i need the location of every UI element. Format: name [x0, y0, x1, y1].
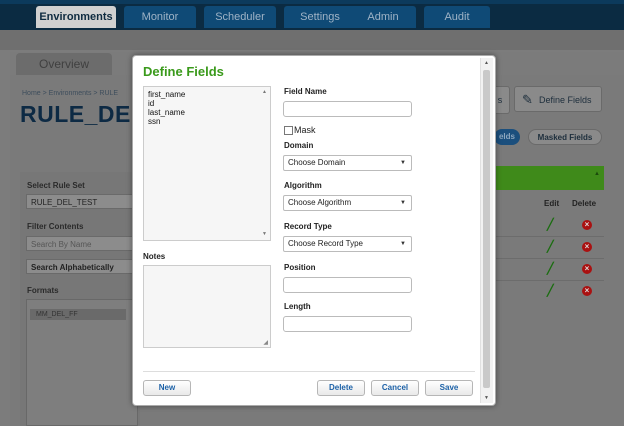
masked-fields-pill[interactable]: Masked Fields	[528, 129, 602, 145]
field-list-item[interactable]: first_name	[148, 90, 266, 99]
field-list-item[interactable]: id	[148, 99, 266, 108]
tab-admin[interactable]: Admin	[350, 6, 416, 28]
domain-value: Choose Domain	[288, 158, 346, 167]
delete-x-icon[interactable]: ×	[582, 242, 592, 252]
select-rule-set-label: Select Rule Set	[27, 181, 85, 190]
filter-contents-label: Filter Contents	[27, 222, 84, 231]
length-input[interactable]	[283, 316, 412, 332]
algorithm-select[interactable]: Choose Algorithm ▼	[283, 195, 412, 211]
formats-label: Formats	[27, 286, 59, 295]
field-name-label: Field Name	[284, 87, 327, 96]
chevron-down-icon: ▼	[400, 200, 406, 206]
tab-audit[interactable]: Audit	[424, 6, 490, 28]
delete-x-icon[interactable]: ×	[582, 220, 592, 230]
notes-label: Notes	[143, 252, 166, 261]
edit-icon: ✎	[522, 92, 533, 107]
tab-scheduler[interactable]: Scheduler	[204, 6, 276, 28]
pencil-icon[interactable]: ╱	[547, 262, 554, 275]
scroll-up-arrow-icon[interactable]: ▲	[484, 60, 489, 66]
length-label: Length	[284, 302, 311, 311]
sub-nav-bar	[0, 30, 624, 50]
resize-handle-icon[interactable]: ◢	[263, 339, 268, 346]
table-row-divider	[494, 280, 604, 281]
scroll-down-arrow-icon[interactable]: ▼	[484, 395, 489, 401]
top-nav-accent	[0, 0, 624, 4]
rule-set-value: RULE_DEL_TEST	[31, 198, 98, 207]
define-fields-button[interactable]: ✎ Define Fields	[514, 86, 602, 112]
domain-label: Domain	[284, 141, 314, 150]
delete-x-icon[interactable]: ×	[582, 286, 592, 296]
algorithm-label: Algorithm	[284, 181, 322, 190]
scroll-up-arrow-icon[interactable]: ▲	[262, 89, 267, 95]
dialog-scrollbar[interactable]: ▲ ▼	[480, 58, 493, 403]
search-placeholder: Search By Name	[31, 240, 92, 249]
delete-x-icon[interactable]: ×	[582, 264, 592, 274]
delete-button[interactable]: Delete	[317, 380, 365, 396]
dialog-footer-divider	[143, 371, 475, 372]
cancel-button[interactable]: Cancel	[371, 380, 419, 396]
new-button[interactable]: New	[143, 380, 191, 396]
define-fields-label: Define Fields	[539, 95, 592, 105]
field-list-item[interactable]: ssn	[148, 117, 266, 126]
field-list-item[interactable]: last_name	[148, 108, 266, 117]
table-header-bar: ▲	[494, 166, 604, 190]
tab-settings[interactable]: Settings	[284, 6, 356, 28]
rule-set-select[interactable]: RULE_DEL_TEST	[26, 194, 138, 209]
tab-environments[interactable]: Environments	[36, 6, 116, 28]
delete-column-header: Delete	[572, 199, 597, 208]
mask-label: Mask	[294, 125, 316, 135]
dialog-title: Define Fields	[143, 64, 224, 79]
tab-overview[interactable]: Overview	[16, 53, 112, 75]
position-label: Position	[284, 263, 316, 272]
edit-column-header: Edit	[544, 199, 560, 208]
define-fields-dialog: Define Fields first_name id last_name ss…	[132, 55, 496, 406]
position-input[interactable]	[283, 277, 412, 293]
sort-caret-icon[interactable]: ▲	[594, 171, 600, 177]
chevron-down-icon: ▼	[400, 241, 406, 247]
pencil-icon[interactable]: ╱	[547, 240, 554, 253]
breadcrumb[interactable]: Home > Environments > RULE	[22, 90, 118, 97]
record-type-label: Record Type	[284, 222, 332, 231]
record-type-value: Choose Record Type	[288, 239, 364, 248]
partial-button-label: s	[497, 95, 503, 105]
fields-listbox[interactable]: first_name id last_name ssn ▲ ▼	[143, 86, 271, 241]
scrollbar-thumb[interactable]	[483, 70, 490, 388]
field-name-input[interactable]	[283, 101, 412, 117]
sort-select[interactable]: Search Alphabetically	[26, 259, 138, 274]
domain-select[interactable]: Choose Domain ▼	[283, 155, 412, 171]
chevron-down-icon: ▼	[400, 160, 406, 166]
notes-textarea[interactable]: ◢	[143, 265, 271, 348]
sort-value: Search Alphabetically	[31, 263, 114, 272]
record-type-select[interactable]: Choose Record Type ▼	[283, 236, 412, 252]
table-row-divider	[494, 258, 604, 259]
table-row-divider	[494, 236, 604, 237]
scroll-down-arrow-icon[interactable]: ▼	[262, 231, 267, 237]
search-input[interactable]: Search By Name	[26, 236, 138, 251]
fields-pill[interactable]: elds	[494, 129, 520, 145]
algorithm-value: Choose Algorithm	[288, 198, 352, 207]
save-button[interactable]: Save	[425, 380, 473, 396]
page-title: RULE_DE	[20, 101, 131, 127]
format-item[interactable]: MM_DEL_FF	[30, 309, 126, 320]
mask-checkbox[interactable]	[284, 126, 293, 135]
pencil-icon[interactable]: ╱	[547, 218, 554, 231]
pencil-icon[interactable]: ╱	[547, 284, 554, 297]
tab-monitor[interactable]: Monitor	[124, 6, 196, 28]
